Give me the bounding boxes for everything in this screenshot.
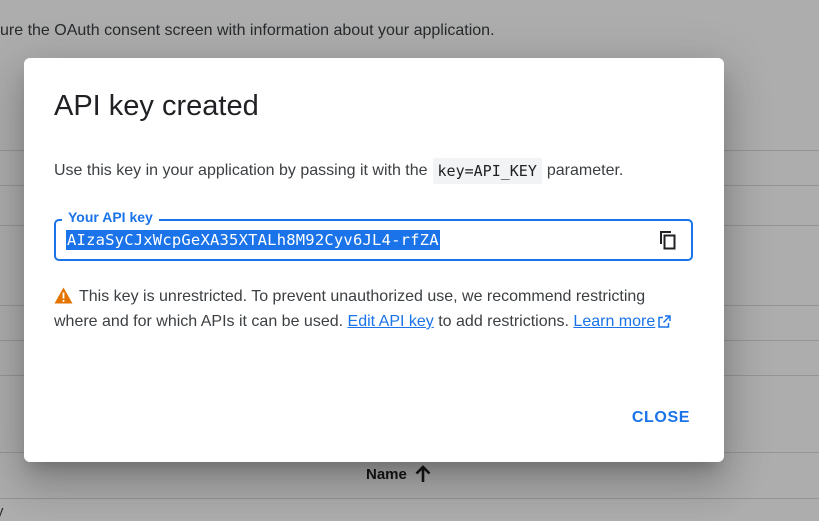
close-button[interactable]: CLOSE: [632, 409, 690, 427]
copy-button[interactable]: [657, 229, 679, 251]
api-key-field[interactable]: Your API key AIzaSyCJxWcpGeXA35XTALh8M92…: [54, 209, 693, 261]
description-text: Use this key in your application by pass…: [54, 162, 428, 179]
edit-api-key-link[interactable]: Edit API key: [348, 313, 434, 330]
description-text-end: parameter.: [546, 162, 624, 179]
copy-icon: [660, 231, 676, 250]
api-key-field-label: Your API key: [62, 209, 159, 225]
dialog-description: Use this key in your application by pass…: [54, 158, 623, 184]
api-key-value[interactable]: AIzaSyCJxWcpGeXA35XTALh8M92Cyv6JL4-rfZA: [66, 230, 440, 250]
warning-icon: [54, 287, 73, 304]
unrestricted-warning: This key is unrestricted. To prevent una…: [54, 284, 684, 334]
warning-text-end: to add restrictions.: [438, 313, 569, 330]
learn-more-label: Learn more: [573, 313, 656, 330]
open-in-new-icon: [658, 315, 671, 328]
code-snippet: key=API_KEY: [432, 158, 542, 184]
learn-more-link[interactable]: Learn more: [573, 313, 671, 330]
api-key-dialog: API key created Use this key in your app…: [24, 58, 724, 462]
dialog-title: API key created: [54, 90, 259, 122]
